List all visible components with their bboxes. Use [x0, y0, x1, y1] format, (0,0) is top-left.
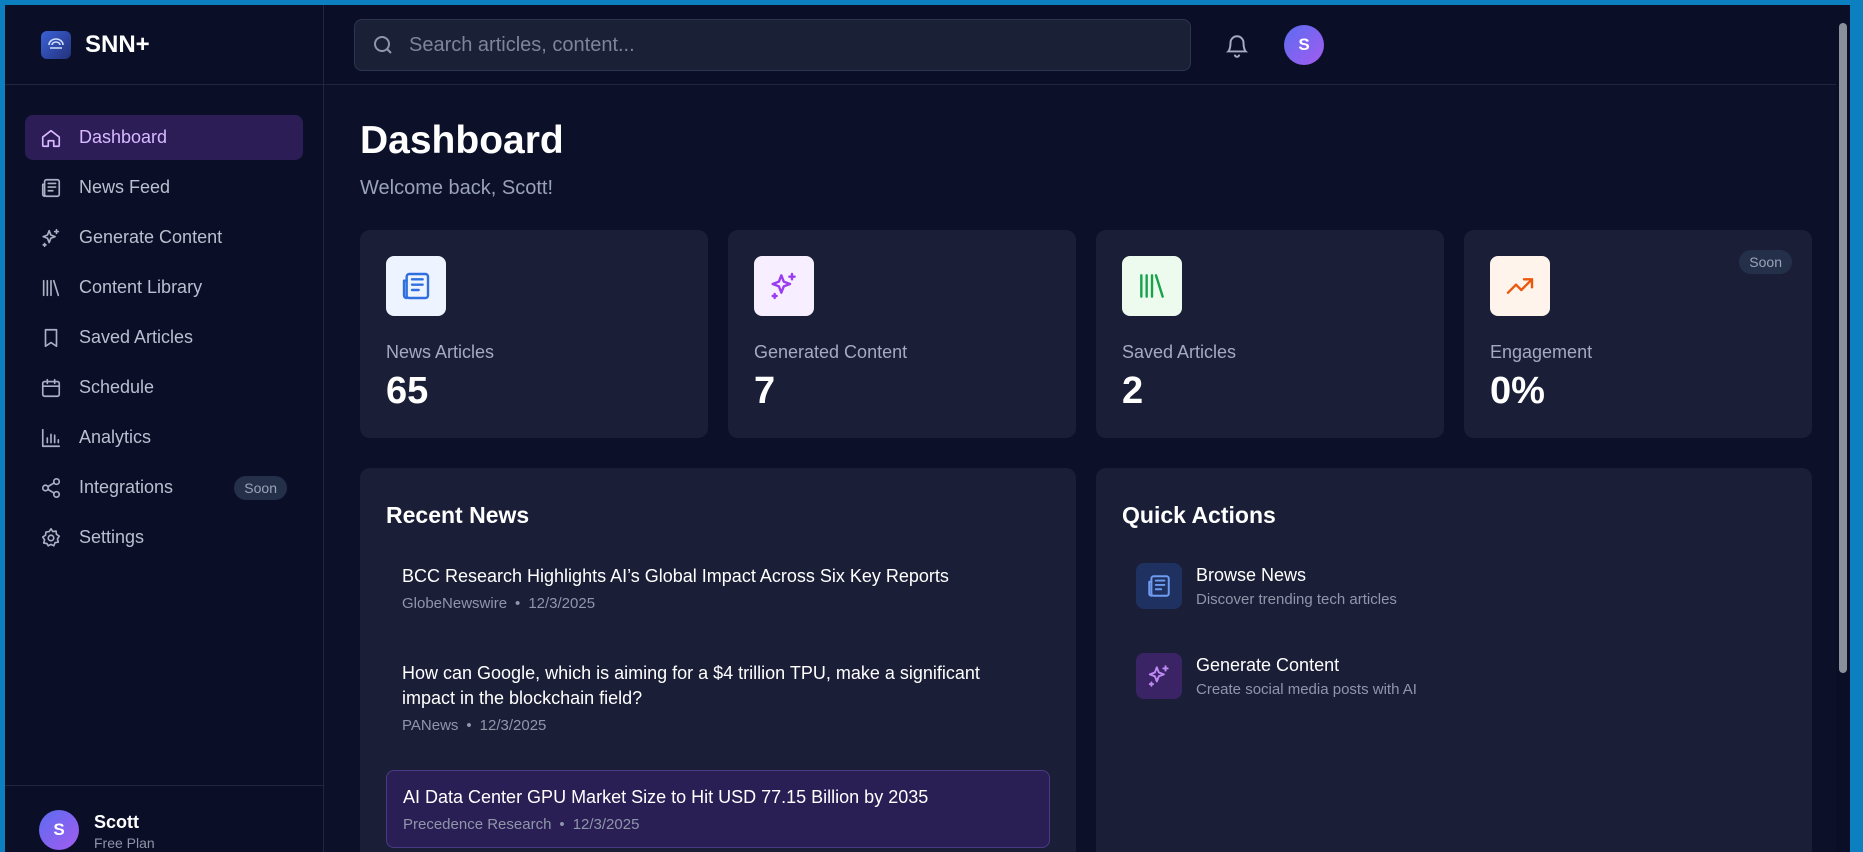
sparkles-icon: [1136, 653, 1182, 699]
news-item[interactable]: How can Google, which is aiming for a $4…: [386, 647, 1050, 748]
app-window: SNN+ Dashboard News Feed Generate Conten…: [5, 5, 1850, 852]
sidebar-item-label: Analytics: [79, 427, 152, 447]
bookmark-icon: [39, 326, 63, 350]
sidebar-item-label: Integrations: [79, 477, 174, 497]
brand-name: SNN+: [85, 30, 150, 58]
sidebar-item-news-feed[interactable]: News Feed: [25, 165, 303, 210]
sidebar-item-label: Schedule: [79, 377, 155, 397]
recent-news-panel: Recent News BCC Research Highlights AI’s…: [360, 468, 1076, 852]
sidebar-item-dashboard[interactable]: Dashboard: [25, 115, 303, 160]
news-date: 12/3/2025: [479, 717, 547, 734]
generate-content-action[interactable]: Generate Content Create social media pos…: [1136, 653, 1417, 713]
bell-icon[interactable]: [1224, 33, 1250, 59]
panel-title: Recent News: [386, 502, 530, 528]
sidebar-nav: Dashboard News Feed Generate Content Con…: [5, 85, 323, 560]
stat-label: News Articles: [386, 342, 495, 362]
sidebar-item-label: Dashboard: [79, 127, 168, 147]
sidebar-item-analytics[interactable]: Analytics: [25, 415, 303, 460]
snn-logo-icon: [41, 30, 71, 59]
sidebar-item-label: Settings: [79, 527, 145, 547]
sidebar-item-label: Content Library: [79, 277, 203, 297]
action-desc: Discover trending tech articles: [1196, 591, 1397, 608]
sidebar-item-label: Generate Content: [79, 227, 223, 247]
stat-label: Saved Articles: [1122, 342, 1237, 362]
stat-label: Engagement: [1490, 342, 1593, 362]
stat-card-generated-content[interactable]: Generated Content 7: [728, 230, 1076, 438]
sidebar-item-generate-content[interactable]: Generate Content: [25, 215, 303, 260]
action-title: Generate Content: [1196, 655, 1340, 675]
news-meta: GlobeNewswire • 12/3/2025: [402, 595, 596, 612]
news-source: GlobeNewswire: [402, 595, 508, 612]
stat-value: 65: [386, 370, 429, 412]
sparkles-icon: [39, 226, 63, 250]
page-title: Dashboard: [360, 119, 564, 162]
news-item[interactable]: BCC Research Highlights AI’s Global Impa…: [386, 550, 1050, 626]
page-subtitle: Welcome back, Scott!: [360, 177, 554, 199]
search-bar[interactable]: [354, 19, 1191, 71]
news-title: BCC Research Highlights AI’s Global Impa…: [402, 566, 949, 586]
user-profile[interactable]: S Scott Free Plan: [5, 785, 323, 852]
avatar[interactable]: S: [1284, 25, 1324, 65]
trending-up-icon: [1490, 256, 1550, 316]
news-meta: Precedence Research • 12/3/2025: [403, 816, 640, 833]
news-title: How can Google, which is aiming for a $4…: [402, 663, 980, 708]
stat-card-news-articles[interactable]: News Articles 65: [360, 230, 708, 438]
home-icon: [39, 126, 63, 150]
bar-chart-icon: [39, 426, 63, 450]
news-item[interactable]: AI Data Center GPU Market Size to Hit US…: [386, 770, 1050, 848]
news-date: 12/3/2025: [572, 816, 640, 833]
sidebar-item-label: Saved Articles: [79, 327, 194, 347]
news-date: 12/3/2025: [528, 595, 596, 612]
calendar-icon: [39, 376, 63, 400]
soon-badge: Soon: [1739, 250, 1792, 274]
sidebar-item-settings[interactable]: Settings: [25, 515, 303, 560]
library-icon: [1122, 256, 1182, 316]
action-title: Browse News: [1196, 565, 1307, 585]
sidebar-item-schedule[interactable]: Schedule: [25, 365, 303, 410]
newspaper-icon: [39, 176, 63, 200]
stat-value: 7: [754, 370, 776, 412]
news-meta: PANews • 12/3/2025: [402, 717, 547, 734]
news-source: Precedence Research: [403, 816, 552, 833]
soon-badge: Soon: [234, 475, 287, 500]
sidebar: SNN+ Dashboard News Feed Generate Conten…: [5, 5, 324, 852]
stat-card-engagement[interactable]: Soon Engagement 0%: [1464, 230, 1812, 438]
top-bar: S: [324, 5, 1850, 85]
stat-value: 0%: [1490, 370, 1545, 412]
user-plan: Free Plan: [94, 835, 155, 851]
action-desc: Create social media posts with AI: [1196, 681, 1417, 698]
user-name: Scott: [94, 812, 139, 832]
panel-title: Quick Actions: [1122, 502, 1276, 528]
news-source: PANews: [402, 717, 459, 734]
brand[interactable]: SNN+: [5, 5, 323, 85]
library-icon: [39, 276, 63, 300]
newspaper-icon: [386, 256, 446, 316]
avatar: S: [39, 810, 79, 850]
news-title: AI Data Center GPU Market Size to Hit US…: [403, 787, 929, 807]
search-icon: [374, 36, 392, 54]
browse-news-action[interactable]: Browse News Discover trending tech artic…: [1136, 563, 1397, 623]
newspaper-icon: [1136, 563, 1182, 609]
scrollbar[interactable]: [1836, 5, 1850, 852]
search-input[interactable]: [409, 33, 1169, 57]
sidebar-item-saved-articles[interactable]: Saved Articles: [25, 315, 303, 360]
gear-icon: [39, 526, 63, 550]
stat-value: 2: [1122, 370, 1144, 412]
main-content: Dashboard Welcome back, Scott! News Arti…: [324, 85, 1850, 852]
sidebar-item-content-library[interactable]: Content Library: [25, 265, 303, 310]
stat-card-saved-articles[interactable]: Saved Articles 2: [1096, 230, 1444, 438]
sidebar-item-integrations[interactable]: Integrations Soon: [25, 465, 303, 510]
scrollbar-thumb[interactable]: [1839, 23, 1847, 673]
quick-actions-panel: Quick Actions Browse News Discover trend…: [1096, 468, 1812, 852]
share-icon: [39, 476, 63, 500]
stat-label: Generated Content: [754, 342, 908, 362]
sidebar-item-label: News Feed: [79, 177, 171, 197]
sparkles-icon: [754, 256, 814, 316]
